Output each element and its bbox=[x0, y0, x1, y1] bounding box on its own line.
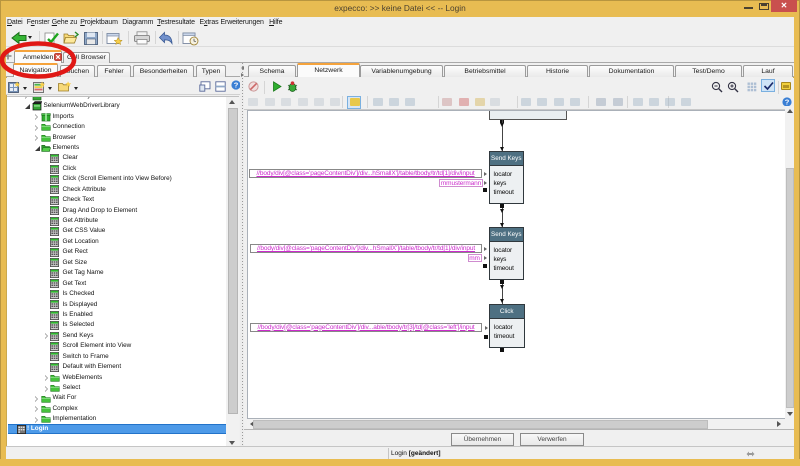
svg-text:?: ? bbox=[785, 97, 790, 106]
svg-text:?: ? bbox=[234, 81, 239, 90]
